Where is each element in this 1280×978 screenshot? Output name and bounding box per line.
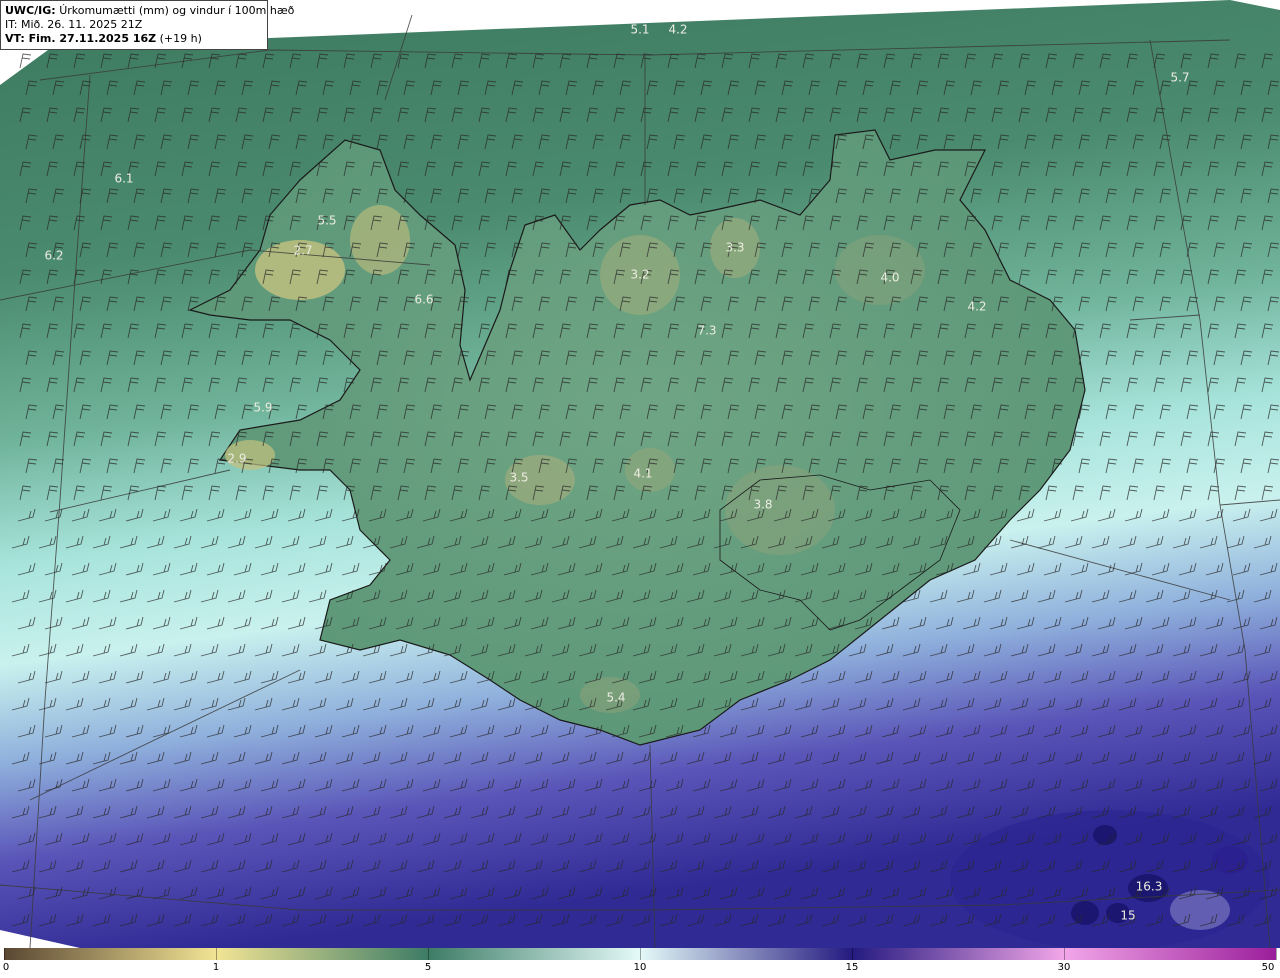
forecast-map[interactable]: 5.1 4.2 5.7 6.1 6.2 5.5 2.7 6.6 3.3 3.2 4.0 4.2 7.3 5…	[0, 0, 1280, 948]
title-row: UWC/IG: Úrkomumætti (mm) og vindur í 100…	[5, 4, 294, 18]
precip-value-label: 5.1	[630, 23, 649, 37]
precip-value-label: 4.2	[967, 300, 986, 314]
precip-value-label: 3.3	[725, 241, 744, 255]
model-label: UWC/IG:	[5, 4, 56, 17]
precip-value-label: 6.6	[414, 293, 433, 307]
precip-value-label: 6.1	[114, 172, 133, 186]
colorbar-tick-label: 1	[212, 962, 220, 973]
colorbar: 0 1 5 10 15 30 50	[0, 948, 1280, 978]
heavy-precip-cells	[950, 810, 1270, 948]
colorbar-tickmark	[428, 948, 429, 960]
precip-value-label: 5.4	[606, 691, 625, 705]
initial-time: IT: Mið. 26. 11. 2025 21Z	[5, 18, 143, 31]
valid-time-offset: (+19 h)	[159, 32, 202, 45]
product-title: Úrkomumætti (mm) og vindur í 100m hæð	[59, 4, 295, 17]
precip-value-label: 3.2	[630, 268, 649, 282]
product-info-box: UWC/IG: Úrkomumætti (mm) og vindur í 100…	[0, 0, 294, 50]
map-canvas: 5.1 4.2 5.7 6.1 6.2 5.5 2.7 6.6 3.3 3.2 4.0 4.2 7.3 5…	[0, 0, 1280, 948]
valid-time: VT: Fim. 27.11.2025 16Z	[5, 32, 157, 45]
colorbar-tick-label: 30	[1057, 962, 1071, 973]
precip-value-label: 5.5	[317, 214, 336, 228]
precip-value-label: 7.3	[697, 324, 716, 338]
precip-value-label: 4.1	[633, 467, 652, 481]
colorbar-tickmark	[216, 948, 217, 960]
precip-value-label: 3.5	[509, 471, 528, 485]
precip-value-label: 4.0	[880, 271, 899, 285]
colorbar-tickmark	[640, 948, 641, 960]
precip-value-label: 5.9	[253, 401, 272, 415]
precip-value-label: 2.9	[227, 452, 246, 466]
precip-value-label: 5.7	[1170, 71, 1189, 85]
colorbar-tickmark	[1276, 948, 1277, 960]
precip-value-label: 3.8	[753, 498, 772, 512]
colorbar-tickmark	[4, 948, 5, 960]
valid-time-row: VT: Fim. 27.11.2025 16Z (+19 h)	[5, 32, 263, 46]
colorbar-tickmark	[852, 948, 853, 960]
precip-value-label: 4.2	[668, 23, 687, 37]
colorbar-tick-label: 50	[1261, 962, 1275, 973]
precip-value-label: 16.3	[1136, 880, 1163, 894]
colorbar-tick-label: 10	[633, 962, 647, 973]
colorbar-tick-label: 15	[845, 962, 859, 973]
colorbar-tick-label: 5	[424, 962, 432, 973]
precip-value-label: 6.2	[44, 249, 63, 263]
precip-value-label: 2.7	[293, 244, 312, 258]
precip-value-label: 15	[1120, 909, 1135, 923]
colorbar-tick-label: 0	[2, 962, 10, 973]
colorbar-tickmark	[1064, 948, 1065, 960]
